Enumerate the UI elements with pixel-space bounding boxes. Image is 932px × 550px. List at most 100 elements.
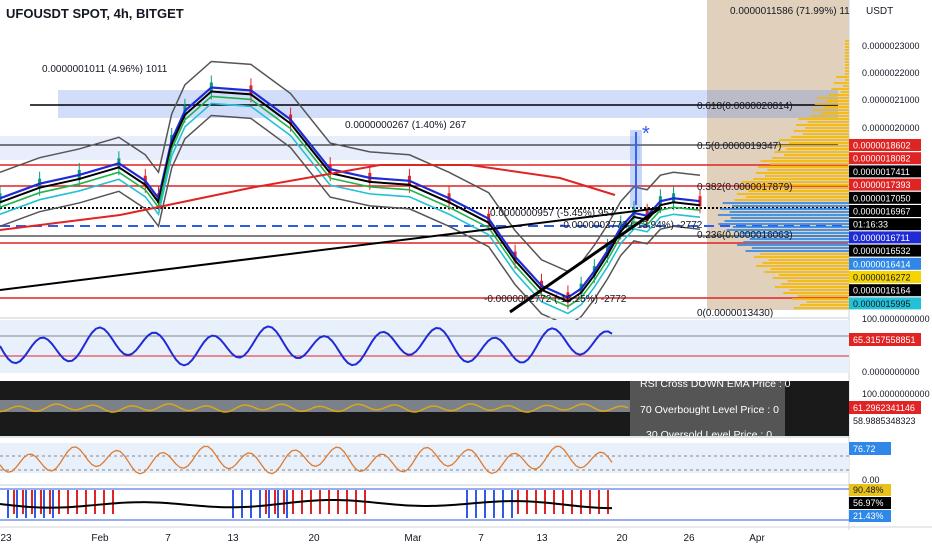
- volume-profile-bar: [718, 223, 849, 225]
- price-badge: 0.0000016967: [853, 207, 911, 217]
- chart-canvas[interactable]: 0.0000001011 (4.96%) 1011 0.0000000267 (…: [0, 0, 932, 550]
- time-tick-label: 7: [165, 533, 171, 544]
- wave-bar-blue: [241, 490, 243, 518]
- wave-badge-2: 56.97%: [853, 498, 884, 508]
- wave-bar-blue: [502, 490, 504, 518]
- time-tick-label: 13: [227, 533, 239, 544]
- price-tick-4: 0.0000020000: [862, 123, 920, 133]
- fib-label-0: 0(0.0000013430): [697, 308, 773, 319]
- annotation-middle: 0.0000000267 (1.40%) 267: [345, 120, 467, 131]
- volume-profile-bar: [772, 277, 849, 279]
- measure-label-1: 0.0000000957 (-5.45%) 957: [490, 208, 615, 219]
- volume-profile-bar: [786, 148, 849, 150]
- stochrsi-badge: 65.3157558851: [853, 335, 916, 345]
- price-badge: 0.0000016414: [853, 259, 911, 269]
- volume-profile-bar: [791, 298, 849, 300]
- rsi-tick-100: 100.0000000000: [862, 389, 930, 399]
- volume-profile-bar: [821, 112, 849, 114]
- volume-profile-bar: [734, 199, 849, 201]
- time-tick-label: 26: [683, 533, 695, 544]
- wave-bar-red: [31, 490, 33, 514]
- volume-profile-bar: [760, 253, 849, 255]
- wave-bar-blue: [25, 490, 27, 518]
- price-badge: 0.0000018602: [853, 141, 911, 151]
- price-tick-3: 0.0000021000: [862, 95, 920, 105]
- wave-bar-red: [22, 490, 24, 514]
- wave-bar-red: [103, 490, 105, 514]
- ema-blue-line: [0, 86, 701, 299]
- panel-stochrsi-bg: [0, 320, 849, 373]
- wave-bar-red: [607, 490, 609, 514]
- measure-box: [630, 130, 642, 208]
- volume-profile-bar: [840, 91, 849, 93]
- volume-profile-bar: [826, 100, 849, 102]
- wave-bar-red: [58, 490, 60, 514]
- wave-bar-blue: [34, 490, 36, 518]
- volume-profile-bar: [828, 94, 849, 96]
- fib-label-618: 0.618(0.0000020814): [697, 101, 793, 112]
- wave-bar-red: [553, 490, 555, 514]
- volume-profile-bar: [765, 175, 849, 177]
- wave-bar-blue: [268, 490, 270, 518]
- volume-profile-bar: [736, 193, 849, 195]
- volume-profile-bar: [783, 292, 849, 294]
- volume-profile-bar: [845, 70, 849, 72]
- volume-profile-bar: [817, 97, 849, 99]
- volume-profile-bar: [845, 46, 849, 48]
- wave-bar-red: [337, 490, 339, 514]
- price-badge: 0.0000016711: [853, 233, 910, 243]
- volume-profile-bar: [751, 247, 849, 249]
- volume-profile-bar: [802, 133, 849, 135]
- volume-profile-bar: [760, 160, 849, 162]
- price-badge: 0.0000015995: [853, 299, 911, 309]
- volume-profile-bar: [729, 211, 849, 213]
- wave-bar-red: [85, 490, 87, 514]
- time-tick-label: Feb: [91, 533, 109, 544]
- wave-bar-blue: [232, 490, 234, 518]
- time-tick-label: 13: [536, 533, 548, 544]
- volume-profile-bar: [783, 154, 849, 156]
- time-tick-label: 20: [616, 533, 628, 544]
- price-badge: 0.0000017050: [853, 193, 911, 203]
- volume-profile-bar: [767, 169, 849, 171]
- wave-bar-red: [598, 490, 600, 514]
- volume-profile-bar: [762, 262, 849, 264]
- volume-profile-bar: [843, 85, 849, 87]
- volume-profile-bar: [845, 67, 849, 69]
- time-tick-label: 7: [478, 533, 484, 544]
- price-badges: 0.0000018602 0.0000018082 0.0000017411 0.00…: [849, 139, 921, 310]
- rsi-badge-1: 61.2962341146: [853, 403, 915, 413]
- volume-profile-bar: [845, 73, 849, 75]
- wave-bar-red: [112, 490, 114, 514]
- stochrsi-tick-100: 100.0000000000: [862, 314, 930, 324]
- time-tick-label: 20: [308, 533, 320, 544]
- volume-profile-bar: [810, 115, 849, 117]
- volume-profile-bar: [845, 55, 849, 57]
- volume-profile-bar: [805, 127, 849, 129]
- volume-profile-bar: [745, 250, 849, 252]
- asterisk-mark: *: [642, 123, 650, 145]
- volume-profile-bar: [772, 157, 849, 159]
- volume-profile-bar: [758, 166, 849, 168]
- volume-profile-bar: [722, 202, 849, 204]
- volume-profile-bar: [845, 61, 849, 63]
- wave-bar-red: [265, 490, 267, 514]
- volume-profile-bar: [774, 286, 849, 288]
- volume-profile-bar: [768, 259, 849, 261]
- rsi-badge-2: 58.9885348323: [853, 416, 916, 426]
- volume-profile-bar: [770, 268, 849, 270]
- wave-bar-red: [346, 490, 348, 514]
- volume-profile-bar: [737, 244, 849, 246]
- wave-bar-blue: [493, 490, 495, 518]
- wave-bar-red: [67, 490, 69, 514]
- time-tick-label: Mar: [404, 533, 422, 544]
- volume-profile-bar: [845, 49, 849, 51]
- rsi-info-line-3: 30 Oversold Level Price : 0: [646, 429, 772, 441]
- wave-bar-blue: [52, 490, 54, 518]
- fib-label-5: 0.5(0.0000019347): [697, 141, 782, 152]
- measure-label-2: -0.0000002772 (-13.94%) -2772: [560, 220, 703, 231]
- volume-profile-bar: [791, 136, 849, 138]
- wave-bar-red: [40, 490, 42, 514]
- volume-profile-bar: [724, 220, 849, 222]
- price-badge: 0.0000018082: [853, 154, 911, 164]
